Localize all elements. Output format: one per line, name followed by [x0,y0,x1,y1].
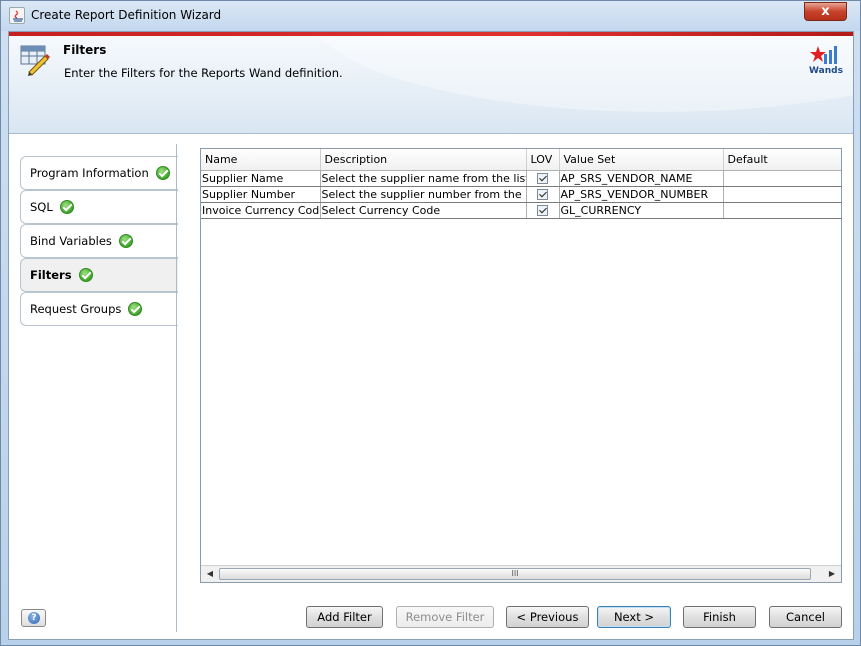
cell-name[interactable]: Supplier Name [201,170,321,187]
column-header-name[interactable]: Name [201,149,321,171]
scroll-right-arrow-icon[interactable]: ▶ [825,568,839,580]
filter-grid-pencil-icon [19,42,53,76]
step-label: SQL [30,200,53,214]
step-bind-variables[interactable]: Bind Variables [20,224,178,258]
cell-default[interactable] [723,202,841,219]
table-row[interactable]: Supplier Number Select the supplier numb… [201,186,841,203]
cell-lov [526,202,560,219]
wizard-header: Filters Enter the Filters for the Report… [9,32,853,133]
check-icon [59,200,74,214]
step-filters[interactable]: Filters [20,258,178,292]
column-header-description[interactable]: Description [320,149,527,171]
cell-value-set[interactable]: AP_SRS_VENDOR_NUMBER [559,186,724,203]
column-header-value-set[interactable]: Value Set [559,149,724,171]
step-label: Bind Variables [30,234,112,248]
add-filter-button[interactable]: Add Filter [306,606,383,628]
cell-default[interactable] [723,170,841,187]
cell-description[interactable]: Select the supplier number from the list [320,186,527,203]
wands-star-icon [810,46,837,64]
check-icon [78,268,93,282]
scroll-left-arrow-icon[interactable]: ◀ [203,568,217,580]
step-sql[interactable]: SQL [20,190,178,224]
horizontal-scrollbar[interactable]: ◀ III ▶ [201,565,841,582]
lov-checkbox[interactable] [537,189,548,200]
remove-filter-button[interactable]: Remove Filter [396,606,494,628]
step-label: Program Information [30,166,149,180]
column-header-default[interactable]: Default [723,149,841,171]
check-icon [118,234,133,248]
wizard-window: Create Report Definition Wizard x Filter… [0,0,861,646]
cell-description[interactable]: Select the supplier name from the list [320,170,527,187]
table-row[interactable]: Invoice Currency Code Select Currency Co… [201,202,841,219]
window-title: Create Report Definition Wizard [31,8,222,22]
header-separator [9,133,853,134]
steps-divider [176,144,177,632]
filters-table: Name Description LOV Value Set Default S… [200,148,842,583]
check-icon [128,302,143,316]
cell-value-set[interactable]: GL_CURRENCY [559,202,724,219]
lov-checkbox[interactable] [537,205,548,216]
finish-button[interactable]: Finish [683,606,756,628]
close-button[interactable]: x [804,2,847,21]
wizard-body: Filters Enter the Filters for the Report… [8,31,854,640]
previous-button[interactable]: < Previous [506,606,589,628]
cell-description[interactable]: Select Currency Code [320,202,527,219]
scroll-thumb[interactable]: III [219,568,811,580]
wands-logo-text: Wands [809,66,843,76]
page-subtitle: Enter the Filters for the Reports Wand d… [64,66,343,80]
cell-name[interactable]: Supplier Number [201,186,321,203]
step-label: Request Groups [30,302,122,316]
next-button[interactable]: Next > [597,606,671,628]
cell-name[interactable]: Invoice Currency Code [201,202,321,219]
cancel-button[interactable]: Cancel [769,606,842,628]
header-decoration [309,32,853,112]
table-header-row: Name Description LOV Value Set Default [201,149,841,171]
cell-lov [526,186,560,203]
java-app-icon [9,7,25,24]
help-button[interactable]: ? [21,609,46,627]
step-program-information[interactable]: Program Information [20,156,178,190]
cell-default[interactable] [723,186,841,203]
title-bar[interactable]: Create Report Definition Wizard x [1,1,860,31]
step-label: Filters [30,268,72,282]
page-title: Filters [63,43,107,57]
step-request-groups[interactable]: Request Groups [20,292,178,326]
help-icon: ? [28,612,40,624]
cell-value-set[interactable]: AP_SRS_VENDOR_NAME [559,170,724,187]
wands-logo: Wands [809,44,843,76]
lov-checkbox[interactable] [537,173,548,184]
table-row[interactable]: Supplier Name Select the supplier name f… [201,170,841,187]
check-icon [155,166,170,180]
wizard-steps: Program Information SQL Bind Variables F… [20,156,178,326]
header-accent-stripe [9,32,853,36]
cell-lov [526,170,560,187]
column-header-lov[interactable]: LOV [526,149,560,171]
